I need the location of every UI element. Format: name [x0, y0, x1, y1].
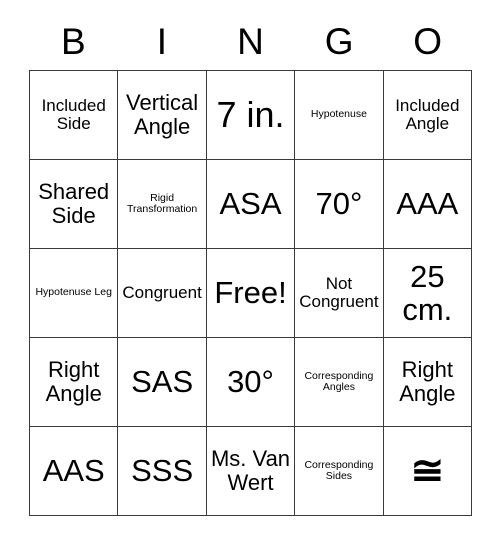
bingo-cell[interactable]: Corresponding Sides	[295, 427, 384, 516]
bingo-cell[interactable]: Vertical Angle	[118, 71, 207, 160]
bingo-row: Included Side Vertical Angle 7 in. Hypot…	[30, 71, 473, 160]
bingo-cell-label: Corresponding Angles	[304, 369, 374, 393]
bingo-cell-label: AAS	[42, 453, 105, 489]
bingo-header-letter-b: B	[60, 20, 86, 62]
bingo-cell[interactable]: 7 in.	[206, 71, 296, 160]
bingo-cell-label: SSS	[131, 453, 194, 489]
bingo-cell[interactable]: Congruent	[118, 249, 207, 338]
bingo-cell-label: Vertical Angle	[126, 90, 199, 139]
bingo-cell-label: 7 in.	[216, 93, 285, 135]
bingo-cell[interactable]: 30°	[206, 338, 296, 427]
bingo-grid: Included Side Vertical Angle 7 in. Hypot…	[29, 70, 473, 516]
bingo-header-letter-g: G	[324, 20, 354, 62]
bingo-cell[interactable]: Ms. Van Wert	[206, 427, 296, 516]
bingo-cell[interactable]: Hypotenuse Leg	[30, 249, 119, 338]
bingo-cell-label: Right Angle	[399, 357, 456, 406]
bingo-cell[interactable]: 25 cm.	[383, 249, 473, 338]
bingo-cell-label: Congruent	[122, 282, 202, 302]
bingo-cell[interactable]: ≅	[383, 427, 473, 516]
bingo-cell[interactable]: AAA	[383, 160, 473, 249]
congruent-symbol-icon: ≅	[410, 449, 445, 493]
bingo-header-row: B I N G O	[29, 12, 472, 70]
bingo-cell-label: Ms. Van Wert	[210, 446, 291, 495]
bingo-card: B I N G O Included Side Vertical Angle 7…	[29, 12, 473, 516]
bingo-cell-label: Right Angle	[45, 357, 102, 406]
bingo-row: Shared Side Rigid Transformation ASA 70°…	[30, 160, 473, 249]
bingo-cell-label: Rigid Transformation	[127, 191, 198, 215]
bingo-free-cell[interactable]: Free!	[206, 249, 296, 338]
bingo-cell[interactable]: Included Side	[30, 71, 119, 160]
bingo-cell-label: Hypotenuse	[310, 108, 367, 121]
bingo-cell-label: 70°	[315, 186, 363, 222]
bingo-row: AAS SSS Ms. Van Wert Corresponding Sides…	[30, 427, 473, 516]
bingo-cell-label: Free!	[214, 275, 287, 311]
bingo-cell-label: AAA	[396, 186, 459, 222]
bingo-cell-label: 30°	[227, 364, 274, 400]
bingo-header-letter-i: I	[156, 20, 168, 62]
bingo-cell[interactable]: Shared Side	[30, 160, 119, 249]
bingo-cell-label: Included Angle	[395, 95, 460, 133]
bingo-header-letter-n: N	[237, 20, 264, 62]
bingo-cell[interactable]: ASA	[206, 160, 296, 249]
bingo-cell[interactable]: Right Angle	[383, 338, 473, 427]
bingo-row: Hypotenuse Leg Congruent Free! Not Congr…	[30, 249, 473, 338]
bingo-cell[interactable]: Right Angle	[30, 338, 119, 427]
bingo-cell[interactable]: Hypotenuse	[295, 71, 384, 160]
bingo-cell-label: Not Congruent	[299, 273, 379, 311]
bingo-cell-label: Included Side	[41, 95, 106, 133]
bingo-cell-label: SAS	[131, 364, 194, 400]
bingo-cell-label: Hypotenuse Leg	[35, 286, 112, 299]
bingo-cell[interactable]: AAS	[30, 427, 119, 516]
bingo-cell[interactable]: Included Angle	[383, 71, 473, 160]
bingo-cell[interactable]: Rigid Transformation	[118, 160, 207, 249]
bingo-cell[interactable]: SAS	[118, 338, 207, 427]
bingo-header-letter-o: O	[413, 20, 443, 62]
bingo-row: Right Angle SAS 30° Corresponding Angles…	[30, 338, 473, 427]
bingo-cell-label: Corresponding Sides	[304, 458, 374, 482]
bingo-cell-label: 25 cm.	[402, 258, 453, 327]
bingo-cell-label: ASA	[219, 186, 282, 222]
bingo-cell-label: Shared Side	[38, 179, 110, 228]
bingo-cell[interactable]: Corresponding Angles	[295, 338, 384, 427]
bingo-cell[interactable]: 70°	[295, 160, 384, 249]
bingo-cell[interactable]: Not Congruent	[295, 249, 384, 338]
bingo-cell[interactable]: SSS	[118, 427, 207, 516]
